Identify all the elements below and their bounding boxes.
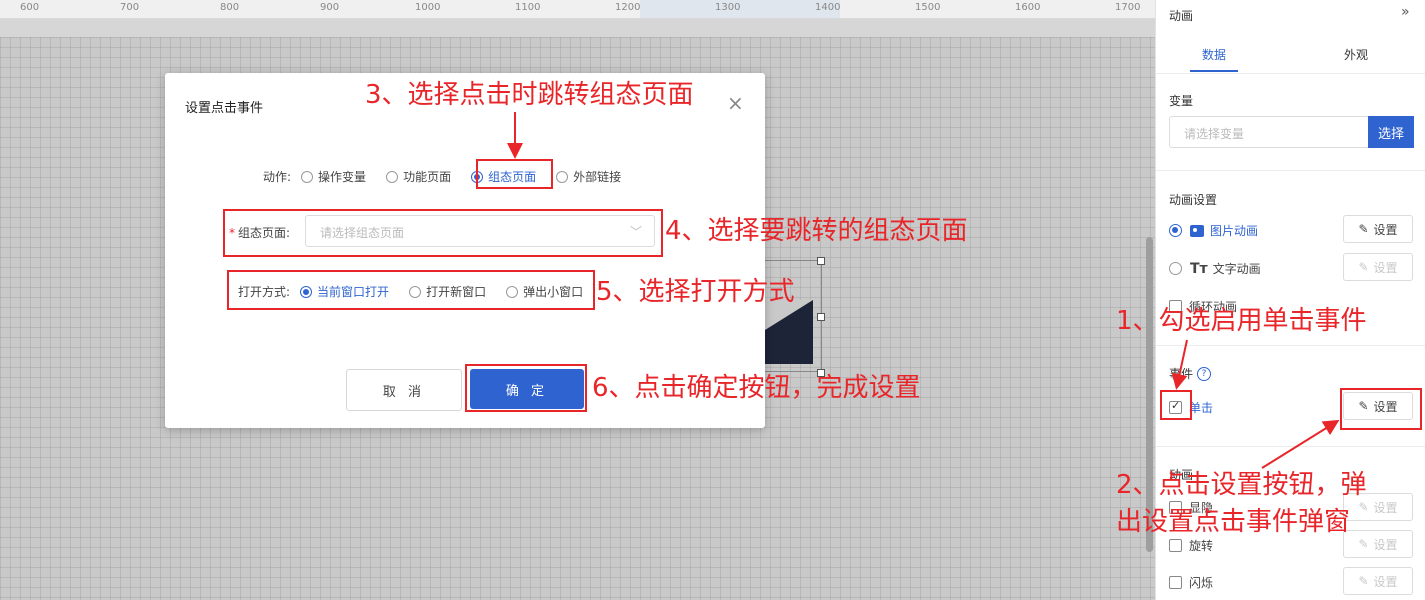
divider xyxy=(1156,73,1425,74)
action-label: 动作: xyxy=(263,170,292,184)
ruler-tick: 1700 xyxy=(1115,2,1141,13)
annotation-step2-line1: 2、点击设置按钮，弹 xyxy=(1116,470,1367,500)
annotation-step5: 5、选择打开方式 xyxy=(596,277,795,307)
canvas-top-band xyxy=(0,19,1155,37)
pencil-icon: ✎ xyxy=(1358,500,1369,514)
image-anim-set-button[interactable]: ✎ 设置 xyxy=(1343,215,1413,243)
divider xyxy=(1156,446,1425,447)
tab-appearance[interactable]: 外观 xyxy=(1344,46,1368,63)
tab-data[interactable]: 数据 xyxy=(1202,46,1226,63)
blink-set-button[interactable]: ✎ 设置 xyxy=(1343,567,1413,595)
ruler-tick: 800 xyxy=(220,2,240,13)
pencil-icon: ✎ xyxy=(1358,574,1369,588)
text-anim-option[interactable]: Tт 文字动画 xyxy=(1169,260,1261,277)
option-label: 闪烁 xyxy=(1189,576,1214,590)
rotate-set-button[interactable]: ✎ 设置 xyxy=(1343,530,1413,558)
radio-function-page[interactable]: 功能页面 xyxy=(386,168,451,185)
annotation-step1: 1、勾选启用单击事件 xyxy=(1116,306,1367,336)
dialog-title: 设置点击事件 xyxy=(185,101,264,116)
ruler-tick: 1600 xyxy=(1015,2,1041,13)
option-label: 文字动画 xyxy=(1212,262,1261,276)
variable-placeholder: 请选择变量 xyxy=(1184,127,1245,141)
divider xyxy=(1156,170,1425,171)
highlight-box-action xyxy=(476,159,553,189)
select-variable-button[interactable]: 选择 xyxy=(1368,116,1414,148)
resize-handle[interactable] xyxy=(817,257,825,265)
annotation-step4: 4、选择要跳转的组态页面 xyxy=(665,216,968,246)
ruler-tick: 1400 xyxy=(815,2,841,13)
radio-label: 外部链接 xyxy=(573,170,622,184)
highlight-box-checkbox xyxy=(1160,390,1192,420)
button-label: 设置 xyxy=(1373,537,1398,552)
radio-circle xyxy=(1169,262,1182,275)
radio-circle xyxy=(1169,224,1182,237)
annotation-step3: 3、选择点击时跳转组态页面 xyxy=(365,80,694,110)
button-label: 设置 xyxy=(1373,222,1398,237)
resize-handle[interactable] xyxy=(817,313,825,321)
highlight-box-set-button xyxy=(1340,388,1422,430)
option-label: 旋转 xyxy=(1189,539,1214,553)
text-icon: Tт xyxy=(1190,260,1208,277)
rotate-option[interactable]: 旋转 xyxy=(1169,537,1213,554)
ruler-tick: 1100 xyxy=(515,2,541,13)
annotation-step2-line2: 出设置点击事件弹窗 xyxy=(1116,507,1351,537)
button-label: 设置 xyxy=(1373,260,1398,275)
highlight-box-confirm xyxy=(465,364,587,412)
highlight-box-open-mode xyxy=(227,270,595,310)
variable-input[interactable]: 请选择变量 xyxy=(1169,116,1369,148)
collapse-icon[interactable]: » xyxy=(1401,4,1410,20)
pencil-icon: ✎ xyxy=(1358,260,1369,274)
action-radio-group: 动作: 操作变量 功能页面 组态页面 外部链接 xyxy=(263,168,641,185)
ruler-tick: 1300 xyxy=(715,2,741,13)
ruler-tick: 700 xyxy=(120,2,140,13)
radio-external-link[interactable]: 外部链接 xyxy=(556,168,621,185)
ruler-tick: 1500 xyxy=(915,2,941,13)
pencil-icon: ✎ xyxy=(1358,222,1369,236)
button-label: 设置 xyxy=(1373,574,1398,589)
canvas-scrollbar[interactable] xyxy=(1146,237,1153,552)
radio-circle xyxy=(556,170,569,183)
horizontal-ruler: 600 700 800 900 1000 1100 1200 1300 1400… xyxy=(0,0,1155,19)
divider xyxy=(1156,345,1425,346)
ruler-tick: 1000 xyxy=(415,2,441,13)
annotation-step6: 6、点击确定按钮，完成设置 xyxy=(592,373,921,403)
blink-option[interactable]: 闪烁 xyxy=(1169,574,1213,591)
radio-label: 功能页面 xyxy=(403,170,452,184)
ruler-tick: 900 xyxy=(320,2,340,13)
ruler-tick: 1200 xyxy=(615,2,641,13)
checkbox xyxy=(1169,539,1182,552)
image-anim-option[interactable]: 图片动画 xyxy=(1169,222,1258,239)
button-label: 设置 xyxy=(1373,500,1398,515)
variable-section-label: 变量 xyxy=(1169,94,1194,108)
radio-circle xyxy=(386,170,399,183)
pencil-icon: ✎ xyxy=(1358,537,1369,551)
radio-label: 操作变量 xyxy=(318,170,367,184)
active-tab-indicator xyxy=(1190,70,1238,72)
radio-operate-variable[interactable]: 操作变量 xyxy=(301,168,366,185)
anim-settings-label: 动画设置 xyxy=(1169,193,1218,207)
event-label: 事件 xyxy=(1169,367,1194,381)
ruler-tick: 600 xyxy=(20,2,40,13)
option-label: 单击 xyxy=(1189,401,1214,415)
panel-title: 动画 xyxy=(1169,9,1194,23)
highlight-box-page xyxy=(223,209,663,257)
help-icon[interactable]: ? xyxy=(1197,366,1212,381)
close-icon[interactable]: × xyxy=(727,91,744,115)
image-icon xyxy=(1190,224,1204,237)
cancel-button[interactable]: 取 消 xyxy=(346,369,462,411)
checkbox xyxy=(1169,576,1182,589)
option-label: 图片动画 xyxy=(1210,224,1259,238)
event-section: 事件 ? xyxy=(1169,365,1212,382)
radio-circle xyxy=(301,170,314,183)
text-anim-set-button[interactable]: ✎ 设置 xyxy=(1343,253,1413,281)
